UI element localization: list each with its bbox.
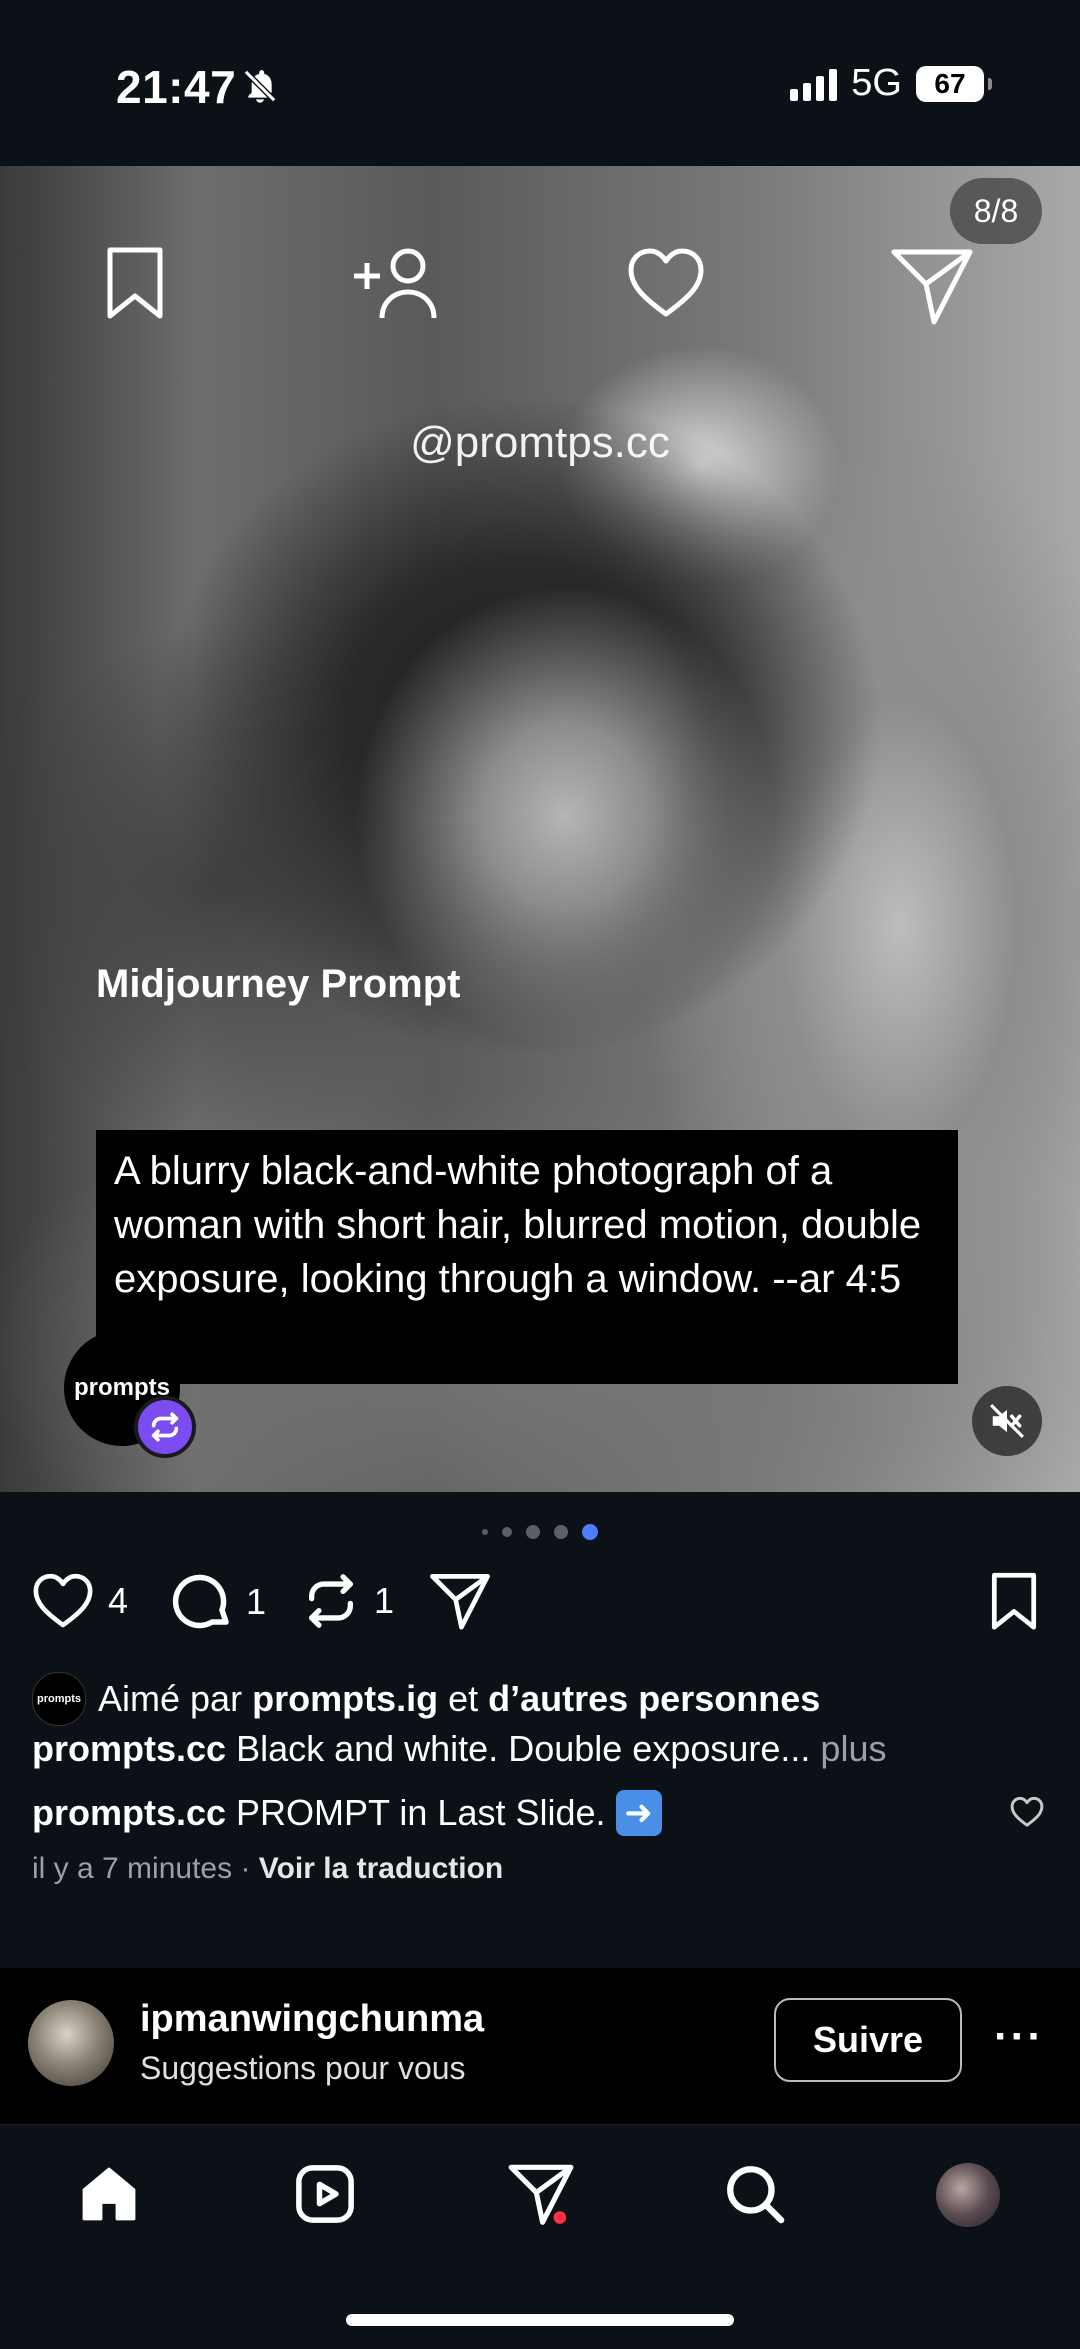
signal-icon	[790, 67, 838, 101]
prompt-box: A blurry black-and-white photograph of a…	[96, 1130, 958, 1384]
comment-text: PROMPT in Last Slide.	[236, 1792, 606, 1833]
comment-count: 1	[246, 1581, 267, 1622]
like-count: 4	[108, 1580, 129, 1621]
comment-like-button[interactable]	[1010, 1796, 1044, 1833]
like-button[interactable]: 4	[32, 1572, 128, 1630]
post-meta: il y a 7 minutes · Voir la traduction	[32, 1852, 503, 1886]
nav-home[interactable]	[76, 2161, 142, 2232]
suggested-subtitle: Suggestions pour vous	[140, 2050, 466, 2086]
heart-icon	[1010, 1796, 1044, 1827]
comment-button[interactable]: 1	[172, 1572, 266, 1632]
bell-slash-icon	[240, 66, 280, 111]
bookmark-icon	[102, 246, 168, 327]
post-actions: 4 1 1	[32, 1572, 1048, 1642]
home-indicator	[346, 2314, 734, 2326]
battery-icon: 67	[916, 65, 992, 102]
carousel-dot	[526, 1525, 540, 1539]
time-ago: il y a 7 minutes	[32, 1852, 233, 1885]
right-arrow-icon: ➜	[615, 1790, 662, 1836]
carousel-dot	[502, 1527, 512, 1537]
nav-search[interactable]	[722, 2161, 788, 2232]
post-image[interactable]: 8/8 @promtps.cc Midjourney Prompt A blur…	[0, 166, 1080, 1492]
repost-badge-icon	[134, 1396, 196, 1458]
carousel-dot-active	[582, 1524, 598, 1540]
nav-direct[interactable]	[508, 2161, 574, 2232]
carousel-dots	[0, 1524, 1080, 1540]
nav-profile[interactable]	[936, 2163, 1000, 2227]
carousel-dot	[554, 1525, 568, 1539]
home-icon	[82, 2167, 136, 2221]
comment-user[interactable]: prompts.cc	[32, 1792, 226, 1834]
image-overlay-icons	[0, 246, 1080, 356]
caption-more-link[interactable]: plus	[820, 1728, 886, 1769]
caption-user[interactable]: prompts.cc	[32, 1728, 226, 1769]
bookmark-icon	[991, 1572, 1037, 1630]
send-icon	[508, 2164, 574, 2225]
status-indicators: 5G 67	[790, 62, 992, 105]
add-user-icon	[350, 246, 446, 327]
repost-icon	[309, 1574, 353, 1628]
speaker-muted-icon	[990, 1404, 1024, 1438]
liked-prefix: Aimé par	[98, 1678, 243, 1719]
heart-icon	[626, 246, 706, 325]
send-icon	[430, 1573, 490, 1630]
liker-avatar: prompts	[32, 1672, 86, 1726]
network-type: 5G	[851, 62, 902, 104]
carousel-dot	[482, 1529, 488, 1535]
watermark: @promtps.cc	[410, 418, 670, 467]
nav-reels[interactable]	[292, 2161, 358, 2232]
prompt-title: Midjourney Prompt	[96, 962, 461, 1006]
suggested-username[interactable]: ipmanwingchunma	[140, 1998, 484, 2041]
status-bar: 21:47 5G 67	[0, 0, 1080, 166]
status-time: 21:47	[116, 61, 237, 113]
share-button[interactable]	[428, 1572, 492, 1630]
reels-icon	[296, 2165, 354, 2223]
media-counter: 8/8	[950, 178, 1042, 244]
repost-count: 1	[374, 1580, 395, 1621]
mute-button[interactable]	[972, 1386, 1042, 1456]
liked-by[interactable]: prompts Aimé par prompts.ig et d’autres …	[32, 1672, 820, 1726]
liked-conjunction: et	[448, 1678, 479, 1719]
liked-others[interactable]: d’autres personnes	[488, 1678, 820, 1720]
translate-link[interactable]: Voir la traduction	[259, 1852, 503, 1885]
caption: prompts.cc Black and white. Double expos…	[32, 1728, 886, 1770]
send-icon	[890, 246, 974, 331]
meta-separator: ·	[240, 1852, 251, 1885]
suggested-account: ipmanwingchunma Suggestions pour vous Su…	[0, 1968, 1080, 2124]
heart-icon	[33, 1573, 93, 1628]
follow-button[interactable]: Suivre	[774, 1998, 962, 2082]
comment-icon	[172, 1574, 229, 1629]
liked-user[interactable]: prompts.ig	[252, 1678, 438, 1720]
prompt-text: A blurry black-and-white photograph of a…	[114, 1149, 922, 1301]
search-icon	[727, 2166, 785, 2224]
repost-button[interactable]: 1	[302, 1572, 394, 1630]
caption-text: Black and white. Double exposure...	[236, 1728, 811, 1769]
comment-row: prompts.cc PROMPT in Last Slide. ➜	[32, 1790, 662, 1836]
more-options-button[interactable]: ···	[994, 2012, 1044, 2062]
suggested-avatar[interactable]	[28, 2000, 114, 2086]
save-button[interactable]	[988, 1572, 1040, 1632]
profile-avatar	[936, 2163, 1000, 2227]
